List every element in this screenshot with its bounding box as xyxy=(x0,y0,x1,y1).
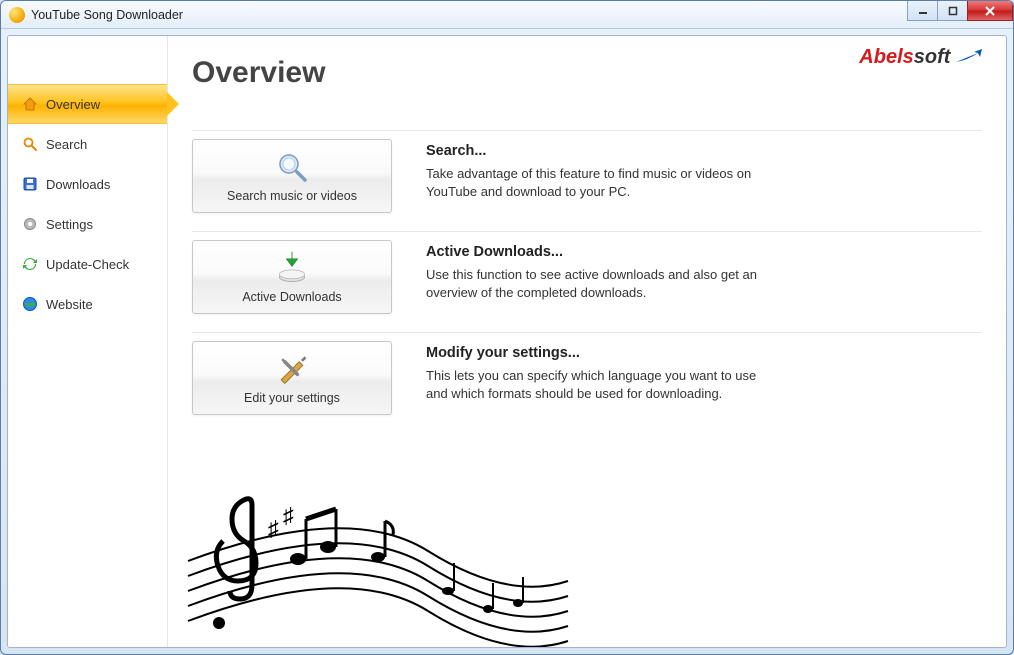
section-body: Take advantage of this feature to find m… xyxy=(426,165,766,201)
section-title: Search... xyxy=(426,143,766,159)
sidebar-item-label: Downloads xyxy=(46,177,110,192)
brand-suffix: soft xyxy=(914,46,951,68)
sidebar-item-label: Update-Check xyxy=(46,257,129,272)
home-icon xyxy=(22,96,38,112)
search-icon xyxy=(22,136,38,152)
gear-icon xyxy=(22,216,38,232)
window-title: YouTube Song Downloader xyxy=(9,7,907,23)
sidebar-item-label: Overview xyxy=(46,97,100,112)
sidebar-item-label: Search xyxy=(46,137,87,152)
sidebar-item-search[interactable]: Search xyxy=(8,124,167,164)
brand-prefix: Abels xyxy=(859,46,913,68)
sidebar-item-update-check[interactable]: Update-Check xyxy=(8,244,167,284)
section-settings: Edit your settings Modify your settings.… xyxy=(192,332,982,433)
sidebar-item-downloads[interactable]: Downloads xyxy=(8,164,167,204)
section-downloads: Active Downloads Active Downloads... Use… xyxy=(192,231,982,332)
section-body: Use this function to see active download… xyxy=(426,266,766,302)
window-title-text: YouTube Song Downloader xyxy=(31,8,183,22)
app-icon xyxy=(9,7,25,23)
settings-tile-button[interactable]: Edit your settings xyxy=(192,341,392,415)
section-downloads-text: Active Downloads... Use this function to… xyxy=(426,240,766,302)
tools-icon xyxy=(274,351,310,387)
brand-logo: Abelssoft xyxy=(859,46,982,69)
arrow-icon xyxy=(956,49,982,65)
section-body: This lets you can specify which language… xyxy=(426,367,766,403)
save-icon xyxy=(22,176,38,192)
download-drive-icon xyxy=(274,250,310,286)
maximize-button[interactable] xyxy=(937,1,967,21)
sidebar-item-label: Website xyxy=(46,297,93,312)
tile-label: Edit your settings xyxy=(244,391,340,405)
section-title: Active Downloads... xyxy=(426,244,766,260)
main-panel: Abelssoft Overview Search music or video… xyxy=(168,36,1006,647)
sidebar-item-settings[interactable]: Settings xyxy=(8,204,167,244)
section-search-text: Search... Take advantage of this feature… xyxy=(426,139,766,201)
section-search: Search music or videos Search... Take ad… xyxy=(192,130,982,231)
globe-icon xyxy=(22,296,38,312)
sidebar: Overview Search Downloads Settings xyxy=(8,36,168,647)
downloads-tile-button[interactable]: Active Downloads xyxy=(192,240,392,314)
window-controls xyxy=(907,1,1013,28)
tile-label: Search music or videos xyxy=(227,189,357,203)
sidebar-item-overview[interactable]: Overview xyxy=(8,84,167,124)
svg-text:♯: ♯ xyxy=(283,503,294,528)
svg-text:♯: ♯ xyxy=(268,516,279,541)
music-notes-art: ♯ ♯ xyxy=(168,451,588,647)
sidebar-item-label: Settings xyxy=(46,217,93,232)
magnifier-icon xyxy=(274,149,310,185)
titlebar: YouTube Song Downloader xyxy=(1,1,1013,29)
close-button[interactable] xyxy=(967,1,1013,21)
refresh-icon xyxy=(22,256,38,272)
search-tile-button[interactable]: Search music or videos xyxy=(192,139,392,213)
sidebar-item-website[interactable]: Website xyxy=(8,284,167,324)
section-settings-text: Modify your settings... This lets you ca… xyxy=(426,341,766,403)
client-area: Overview Search Downloads Settings xyxy=(7,35,1007,648)
section-title: Modify your settings... xyxy=(426,345,766,361)
tile-label: Active Downloads xyxy=(242,290,341,304)
minimize-button[interactable] xyxy=(907,1,937,21)
app-window: YouTube Song Downloader Overview xyxy=(0,0,1014,655)
